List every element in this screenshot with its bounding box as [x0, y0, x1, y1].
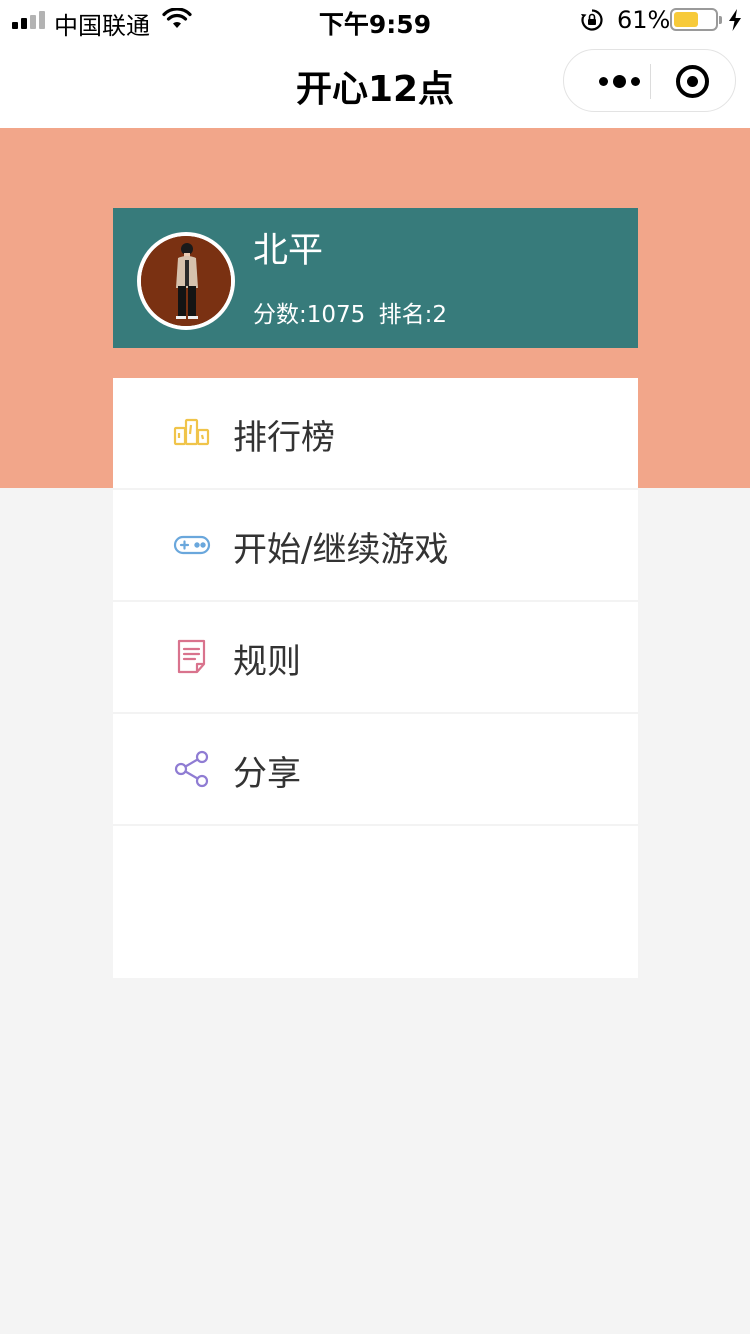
menu-item-share[interactable]: 分享 [113, 714, 638, 826]
document-icon [173, 638, 211, 676]
username: 北平 [253, 231, 324, 271]
menu-item-label: 开始/继续游戏 [233, 530, 449, 570]
mini-program-capsule [563, 49, 736, 112]
share-icon [173, 750, 211, 788]
battery-icon [670, 8, 722, 31]
gamepad-icon [173, 526, 211, 564]
nav-bar: 开心12点 [0, 40, 750, 128]
menu-item-leaderboard[interactable]: 排行榜 [113, 378, 638, 490]
rotation-lock-icon [580, 8, 604, 38]
menu-item-label: 规则 [233, 642, 301, 682]
rank-text: 排名:2 [378, 302, 447, 328]
main-menu: 排行榜 开始/继续游戏 规则 分享 [113, 378, 638, 978]
menu-item-label: 排行榜 [233, 418, 335, 458]
battery-percentage: 61% [617, 6, 671, 34]
score-text: 分数:1075 [253, 302, 366, 328]
battery-level-fill [674, 12, 698, 27]
more-menu-button[interactable] [588, 50, 650, 113]
menu-item-start-game[interactable]: 开始/继续游戏 [113, 490, 638, 602]
profile-card: 北平 分数:1075 排名:2 [113, 208, 638, 348]
close-mini-program-button[interactable] [676, 65, 709, 98]
menu-item-rules[interactable]: 规则 [113, 602, 638, 714]
menu-item-label: 分享 [233, 754, 301, 794]
score-rank-line: 分数:1075 排名:2 [253, 295, 447, 329]
charging-bolt-icon [728, 8, 742, 38]
leaderboard-icon [173, 414, 211, 452]
status-bar: 中国联通 下午9:59 61% [0, 0, 750, 40]
avatar [137, 232, 235, 330]
capsule-divider [650, 64, 651, 99]
